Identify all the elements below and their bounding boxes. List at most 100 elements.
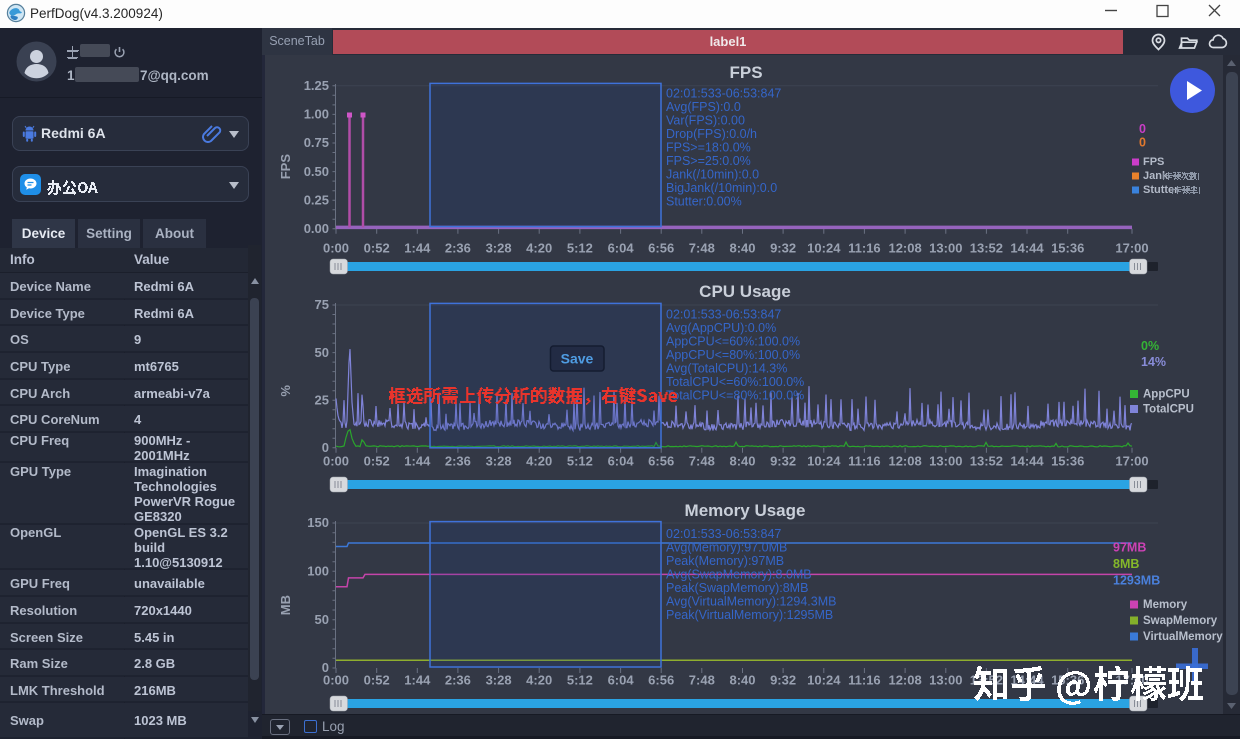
svg-text:4:20: 4:20 <box>526 673 552 688</box>
svg-text:0:52: 0:52 <box>364 241 390 256</box>
svg-text:Avg(VirtualMemory):1294.3MB: Avg(VirtualMemory):1294.3MB <box>666 595 836 609</box>
svg-text:FPS>=18:0.0%: FPS>=18:0.0% <box>666 141 751 155</box>
svg-text:14:44: 14:44 <box>1010 241 1044 256</box>
svg-text:11:16: 11:16 <box>848 241 881 256</box>
svg-text:13:52: 13:52 <box>970 454 1003 469</box>
svg-text:0%: 0% <box>1141 339 1159 353</box>
svg-text:11:16: 11:16 <box>848 673 881 688</box>
svg-text:8:40: 8:40 <box>729 454 755 469</box>
svg-text:5:12: 5:12 <box>567 673 593 688</box>
svg-text:TotalCPU<=60%:100.0%: TotalCPU<=60%:100.0% <box>666 375 804 389</box>
svg-text:25: 25 <box>315 392 329 407</box>
svg-text:VirtualMemory: VirtualMemory <box>1143 631 1223 643</box>
svg-text:9:32: 9:32 <box>770 673 796 688</box>
svg-text:AppCPU<=80%:100.0%: AppCPU<=80%:100.0% <box>666 348 800 362</box>
svg-text:Avg(Memory):97.0MB: Avg(Memory):97.0MB <box>666 541 787 555</box>
svg-text:12:08: 12:08 <box>888 673 921 688</box>
svg-text:7:48: 7:48 <box>689 454 715 469</box>
svg-text:0:00: 0:00 <box>323 454 349 469</box>
svg-text:14:44: 14:44 <box>1010 454 1044 469</box>
svg-text:6:56: 6:56 <box>648 241 674 256</box>
svg-text:MB: MB <box>278 595 293 615</box>
svg-text:1:44: 1:44 <box>404 454 431 469</box>
svg-text:02:01:533-06:53:847: 02:01:533-06:53:847 <box>666 308 781 322</box>
svg-text:13:00: 13:00 <box>929 241 962 256</box>
svg-text:Jank(/10min):0.0: Jank(/10min):0.0 <box>666 167 759 181</box>
svg-text:FPS: FPS <box>278 154 293 180</box>
svg-text:0:52: 0:52 <box>364 454 390 469</box>
svg-text:17:00: 17:00 <box>1115 241 1148 256</box>
svg-text:1293MB: 1293MB <box>1113 574 1160 588</box>
svg-text:2:36: 2:36 <box>445 241 471 256</box>
svg-text:BigJank(/10min):0.0: BigJank(/10min):0.0 <box>666 181 777 195</box>
svg-text:14%: 14% <box>1141 355 1166 369</box>
svg-text:Peak(Memory):97MB: Peak(Memory):97MB <box>666 554 784 568</box>
svg-text:FPS: FPS <box>729 63 762 82</box>
svg-text:6:04: 6:04 <box>608 673 635 688</box>
svg-text:7:48: 7:48 <box>689 241 715 256</box>
svg-text:Stutter:0.00%: Stutter:0.00% <box>666 194 742 208</box>
svg-text:6:04: 6:04 <box>608 454 635 469</box>
svg-text:02:01:533-06:53:847: 02:01:533-06:53:847 <box>666 527 781 541</box>
svg-text:%: % <box>278 385 293 397</box>
svg-text:10:24: 10:24 <box>807 241 841 256</box>
svg-text:4:20: 4:20 <box>526 454 552 469</box>
svg-text:10:24: 10:24 <box>807 454 841 469</box>
svg-text:AppCPU: AppCPU <box>1143 389 1190 401</box>
svg-text:Avg(SwapMemory):8.0MB: Avg(SwapMemory):8.0MB <box>666 568 812 582</box>
svg-text:3:28: 3:28 <box>486 241 512 256</box>
svg-text:TotalCPU<=80%:100.0%: TotalCPU<=80%:100.0% <box>666 388 804 402</box>
svg-text:02:01:533-06:53:847: 02:01:533-06:53:847 <box>666 87 781 101</box>
svg-text:Memory Usage: Memory Usage <box>685 501 806 520</box>
svg-text:6:04: 6:04 <box>608 241 635 256</box>
svg-text:6:56: 6:56 <box>648 454 674 469</box>
svg-text:8:40: 8:40 <box>729 673 755 688</box>
svg-text:Avg(AppCPU):0.0%: Avg(AppCPU):0.0% <box>666 321 776 335</box>
svg-text:0: 0 <box>1139 136 1146 150</box>
svg-text:10:24: 10:24 <box>807 673 841 688</box>
svg-text:0.75: 0.75 <box>304 135 329 150</box>
svg-text:3:28: 3:28 <box>486 673 512 688</box>
svg-text:0: 0 <box>1139 122 1146 136</box>
svg-text:FPS: FPS <box>1143 156 1164 168</box>
svg-text:9:32: 9:32 <box>770 454 796 469</box>
svg-text:6:56: 6:56 <box>648 673 674 688</box>
svg-text:1:44: 1:44 <box>404 673 431 688</box>
svg-text:12:08: 12:08 <box>888 454 921 469</box>
svg-text:Peak(VirtualMemory):1295MB: Peak(VirtualMemory):1295MB <box>666 608 833 622</box>
svg-text:4:20: 4:20 <box>526 241 552 256</box>
svg-text:1.25: 1.25 <box>304 78 329 93</box>
svg-text:Avg(TotalCPU):14.3%: Avg(TotalCPU):14.3% <box>666 362 787 376</box>
svg-text:0:52: 0:52 <box>364 673 390 688</box>
svg-text:15:36: 15:36 <box>1051 241 1084 256</box>
svg-text:0.00: 0.00 <box>304 221 329 236</box>
svg-text:Avg(FPS):0.0: Avg(FPS):0.0 <box>666 100 741 114</box>
svg-text:0:00: 0:00 <box>323 241 349 256</box>
svg-text:9:32: 9:32 <box>770 241 796 256</box>
svg-text:SwapMemory: SwapMemory <box>1143 615 1218 627</box>
svg-text:75: 75 <box>315 297 329 312</box>
svg-text:13:00: 13:00 <box>929 454 962 469</box>
svg-text:13:00: 13:00 <box>929 673 962 688</box>
svg-text:12:08: 12:08 <box>888 241 921 256</box>
svg-text:8:40: 8:40 <box>729 241 755 256</box>
svg-text:50: 50 <box>315 345 329 360</box>
svg-text:100: 100 <box>307 564 329 579</box>
svg-text:Memory: Memory <box>1143 599 1188 611</box>
svg-text:AppCPU<=60%:100.0%: AppCPU<=60%:100.0% <box>666 335 800 349</box>
svg-text:2:36: 2:36 <box>445 454 471 469</box>
svg-text:97MB: 97MB <box>1113 541 1146 555</box>
svg-text:1.00: 1.00 <box>304 107 329 122</box>
svg-text:13:52: 13:52 <box>970 241 1003 256</box>
svg-text:0.25: 0.25 <box>304 192 329 207</box>
svg-text:7:48: 7:48 <box>689 673 715 688</box>
svg-text:Var(FPS):0.00: Var(FPS):0.00 <box>666 114 745 128</box>
svg-text:50: 50 <box>315 612 329 627</box>
svg-text:FPS>=25:0.0%: FPS>=25:0.0% <box>666 154 751 168</box>
svg-text:5:12: 5:12 <box>567 241 593 256</box>
svg-text:5:12: 5:12 <box>567 454 593 469</box>
svg-text:1:44: 1:44 <box>404 241 431 256</box>
svg-text:11:16: 11:16 <box>848 454 881 469</box>
svg-text:Drop(FPS):0.0/h: Drop(FPS):0.0/h <box>666 127 757 141</box>
svg-text:Save: Save <box>561 351 594 367</box>
